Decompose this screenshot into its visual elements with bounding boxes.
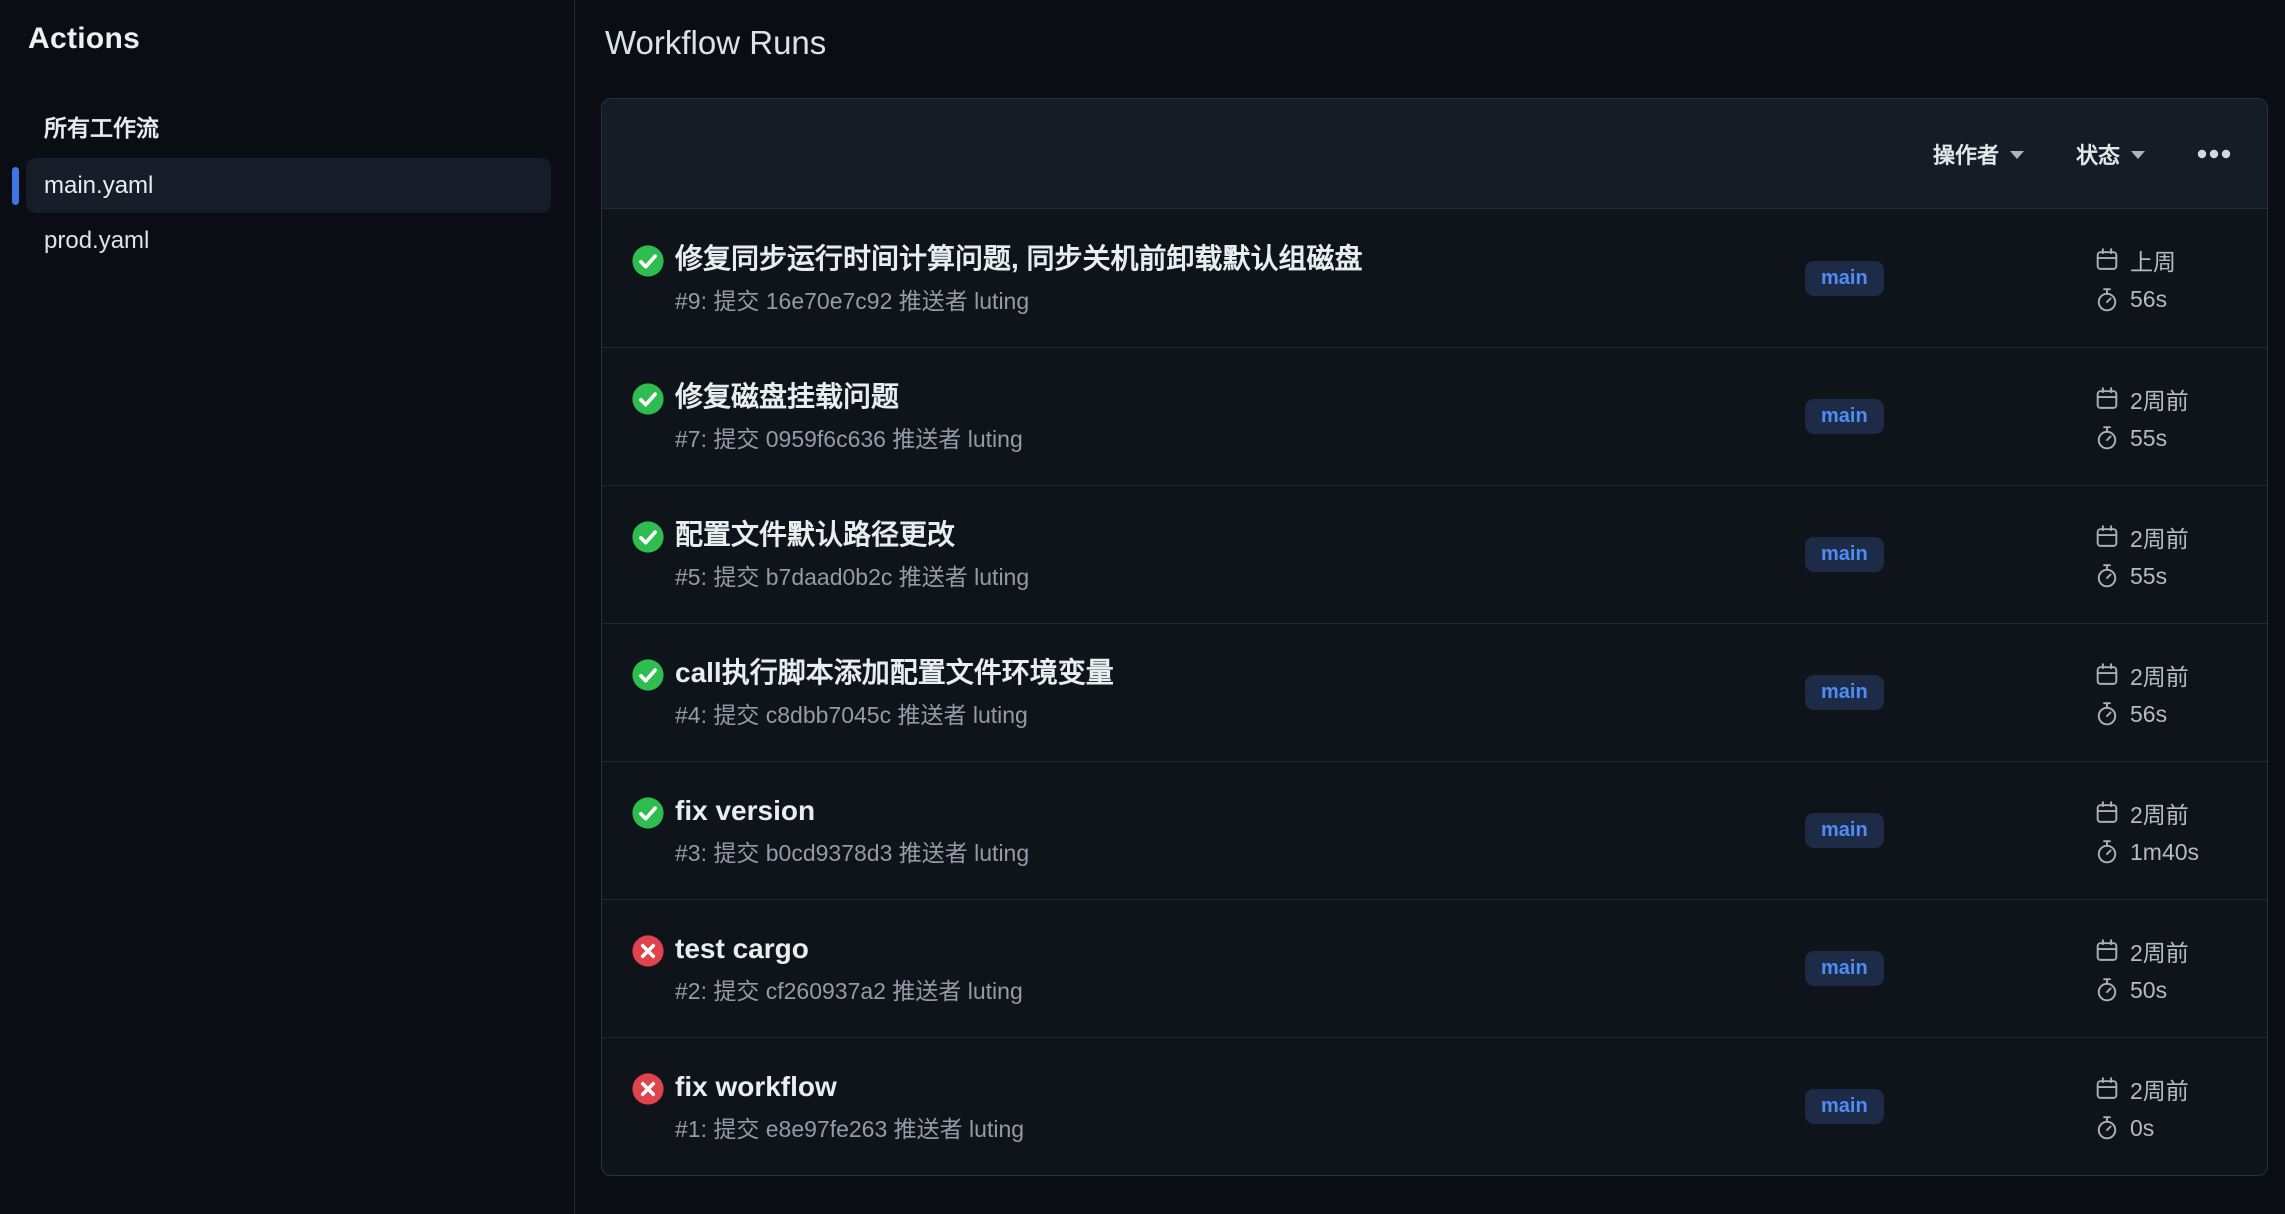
run-title[interactable]: 配置文件默认路径更改: [675, 518, 1029, 552]
sidebar-title: Actions: [28, 22, 574, 56]
sidebar-item-prod-yaml[interactable]: prod.yaml: [26, 213, 551, 268]
status-filter-button[interactable]: 状态: [2076, 138, 2145, 170]
calendar-icon: [2094, 524, 2120, 550]
main-content: Workflow Runs 操作者 状态: [575, 0, 2285, 1214]
calendar-icon: [2094, 662, 2120, 688]
check-circle-icon: [631, 244, 665, 278]
run-commit-info: #3: 提交 b0cd9378d3 推送者 luting: [675, 839, 1029, 867]
run-duration: 1m40s: [2130, 839, 2199, 866]
workflow-run-row[interactable]: fix workflow #1: 提交 e8e97fe263 推送者 lutin…: [602, 1037, 2267, 1175]
run-date: 2周前: [2130, 1072, 2189, 1106]
branch-badge[interactable]: main: [1805, 813, 1884, 848]
check-circle-icon: [631, 658, 665, 692]
run-date: 2周前: [2130, 520, 2189, 554]
actor-filter-button[interactable]: 操作者: [1933, 138, 2024, 170]
run-duration: 55s: [2130, 563, 2167, 590]
run-status-icon: [631, 658, 665, 692]
calendar-icon: [2094, 247, 2120, 273]
run-title[interactable]: 修复磁盘挂载问题: [675, 380, 1023, 414]
check-circle-icon: [631, 382, 665, 416]
run-date: 2周前: [2130, 382, 2189, 416]
workflow-run-row[interactable]: fix version #3: 提交 b0cd9378d3 推送者 luting…: [602, 761, 2267, 899]
run-duration: 55s: [2130, 425, 2167, 452]
stopwatch-icon: [2094, 425, 2120, 451]
workflow-run-row[interactable]: 配置文件默认路径更改 #5: 提交 b7daad0b2c 推送者 luting …: [602, 485, 2267, 623]
actor-filter-label: 操作者: [1933, 138, 1999, 170]
check-circle-icon: [631, 520, 665, 554]
run-commit-info: #9: 提交 16e70e7c92 推送者 luting: [675, 287, 1363, 315]
run-commit-info: #7: 提交 0959f6c636 推送者 luting: [675, 425, 1023, 453]
workflow-run-row[interactable]: call执行脚本添加配置文件环境变量 #4: 提交 c8dbb7045c 推送者…: [602, 623, 2267, 761]
workflow-runs-card: 操作者 状态: [601, 98, 2268, 1176]
run-date: 2周前: [2130, 796, 2189, 830]
workflow-run-row[interactable]: 修复同步运行时间计算问题, 同步关机前卸载默认组磁盘 #9: 提交 16e70e…: [602, 209, 2267, 347]
runs-filter-bar: 操作者 状态: [602, 99, 2267, 209]
workflow-label: main.yaml: [44, 172, 153, 200]
workflow-run-row[interactable]: 修复磁盘挂载问题 #7: 提交 0959f6c636 推送者 luting ma…: [602, 347, 2267, 485]
branch-badge[interactable]: main: [1805, 951, 1884, 986]
x-circle-icon: [631, 934, 665, 968]
check-circle-icon: [631, 796, 665, 830]
run-status-icon: [631, 382, 665, 416]
run-commit-info: #1: 提交 e8e97fe263 推送者 luting: [675, 1115, 1024, 1143]
calendar-icon: [2094, 938, 2120, 964]
run-commit-info: #4: 提交 c8dbb7045c 推送者 luting: [675, 701, 1114, 729]
actions-page: Actions 所有工作流 main.yaml prod.yaml Workfl…: [0, 0, 2285, 1214]
run-date: 上周: [2130, 243, 2176, 277]
calendar-icon: [2094, 386, 2120, 412]
all-workflows-link[interactable]: 所有工作流: [44, 109, 574, 143]
workflow-label: prod.yaml: [44, 227, 149, 255]
stopwatch-icon: [2094, 977, 2120, 1003]
run-duration: 0s: [2130, 1115, 2154, 1142]
run-title[interactable]: call执行脚本添加配置文件环境变量: [675, 656, 1114, 690]
more-options-button[interactable]: [2197, 149, 2231, 159]
run-duration: 50s: [2130, 977, 2167, 1004]
run-duration: 56s: [2130, 286, 2167, 313]
run-title[interactable]: fix workflow: [675, 1070, 1024, 1104]
run-status-icon: [631, 1072, 665, 1106]
page-title: Workflow Runs: [605, 24, 2268, 62]
branch-badge[interactable]: main: [1805, 1089, 1884, 1124]
branch-badge[interactable]: main: [1805, 675, 1884, 710]
branch-badge[interactable]: main: [1805, 399, 1884, 434]
run-date: 2周前: [2130, 934, 2189, 968]
workflow-list: main.yaml prod.yaml: [0, 158, 574, 268]
chevron-down-icon: [2131, 151, 2145, 159]
calendar-icon: [2094, 1076, 2120, 1102]
run-status-icon: [631, 934, 665, 968]
kebab-horizontal-icon: [2197, 149, 2231, 159]
sidebar: Actions 所有工作流 main.yaml prod.yaml: [0, 0, 575, 1214]
run-status-icon: [631, 244, 665, 278]
stopwatch-icon: [2094, 563, 2120, 589]
stopwatch-icon: [2094, 1115, 2120, 1141]
run-date: 2周前: [2130, 658, 2189, 692]
run-duration: 56s: [2130, 701, 2167, 728]
selected-indicator-bar: [12, 167, 19, 205]
sidebar-item-main-yaml[interactable]: main.yaml: [26, 158, 551, 213]
runs-list: 修复同步运行时间计算问题, 同步关机前卸载默认组磁盘 #9: 提交 16e70e…: [602, 209, 2267, 1175]
status-filter-label: 状态: [2076, 138, 2120, 170]
run-title[interactable]: fix version: [675, 794, 1029, 828]
branch-badge[interactable]: main: [1805, 537, 1884, 572]
run-status-icon: [631, 796, 665, 830]
run-status-icon: [631, 520, 665, 554]
stopwatch-icon: [2094, 287, 2120, 313]
stopwatch-icon: [2094, 701, 2120, 727]
run-title[interactable]: test cargo: [675, 932, 1023, 966]
calendar-icon: [2094, 800, 2120, 826]
run-title[interactable]: 修复同步运行时间计算问题, 同步关机前卸载默认组磁盘: [675, 242, 1363, 276]
chevron-down-icon: [2010, 151, 2024, 159]
workflow-run-row[interactable]: test cargo #2: 提交 cf260937a2 推送者 luting …: [602, 899, 2267, 1037]
run-commit-info: #2: 提交 cf260937a2 推送者 luting: [675, 977, 1023, 1005]
x-circle-icon: [631, 1072, 665, 1106]
stopwatch-icon: [2094, 839, 2120, 865]
branch-badge[interactable]: main: [1805, 261, 1884, 296]
run-commit-info: #5: 提交 b7daad0b2c 推送者 luting: [675, 563, 1029, 591]
